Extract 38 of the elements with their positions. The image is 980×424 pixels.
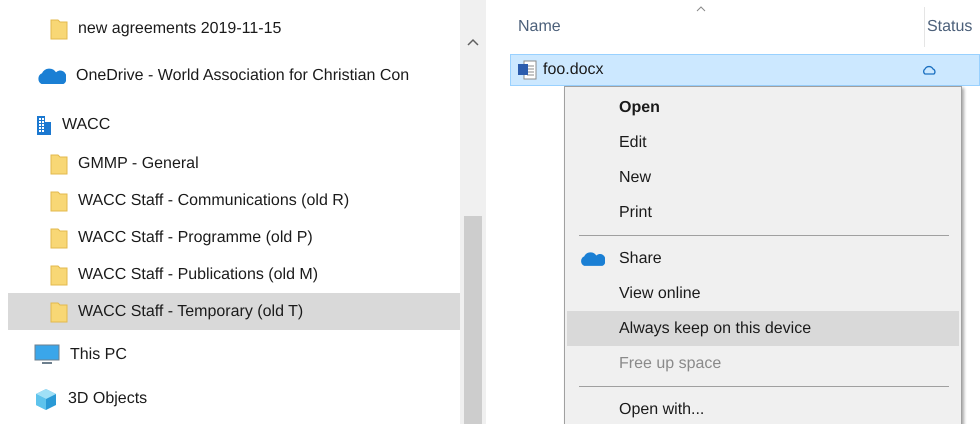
sidebar-item[interactable]: new agreements 2019-11-15 (8, 10, 460, 47)
sidebar-item[interactable]: WACC Staff - Programme (old P) (8, 219, 460, 256)
sidebar-item[interactable]: 3D Objects (8, 380, 460, 418)
menu-item[interactable]: Edit (567, 125, 959, 160)
folder-icon (50, 18, 68, 40)
scroll-up-icon[interactable] (467, 38, 479, 46)
menu-item[interactable]: Print (567, 195, 959, 230)
sidebar-item[interactable]: WACC Staff - Publications (old M) (8, 256, 460, 293)
sidebar-item[interactable]: WACC Staff - Temporary (old T) (8, 293, 460, 330)
sidebar-item[interactable]: GMMP - General (8, 145, 460, 182)
menu-item[interactable]: Share (567, 241, 959, 276)
cube-icon (34, 387, 58, 411)
sidebar-item[interactable]: This PC (8, 330, 460, 380)
menu-item[interactable]: Open (567, 90, 959, 125)
cloud-icon (36, 68, 66, 84)
folder-icon (50, 300, 68, 322)
sort-caret-icon[interactable] (696, 6, 706, 12)
word-document-icon (517, 60, 537, 80)
sidebar-item[interactable]: OneDrive - World Association for Christian Con (8, 47, 460, 105)
cloud-icon (921, 65, 937, 75)
column-header[interactable]: Status (927, 18, 972, 36)
folder-icon (50, 226, 68, 248)
menu-item[interactable]: New (567, 160, 959, 195)
file-row[interactable]: foo.docx (510, 54, 980, 86)
sidebar-item[interactable]: WACC Staff - Communications (old R) (8, 182, 460, 219)
file-name: foo.docx (543, 61, 604, 79)
folder-icon (50, 152, 68, 174)
sidebar-item[interactable]: WACC (8, 105, 460, 145)
column-header[interactable]: Name (518, 18, 561, 36)
menu-item[interactable]: Always keep on this device (567, 311, 959, 346)
menu-item[interactable]: Open with... (567, 392, 959, 424)
monitor-icon (34, 344, 60, 366)
scrollbar[interactable] (460, 0, 486, 424)
building-icon (36, 115, 52, 135)
folder-icon (50, 264, 68, 286)
menu-item[interactable]: View online (567, 276, 959, 311)
scroll-thumb[interactable] (464, 216, 482, 424)
folder-icon (50, 190, 68, 212)
